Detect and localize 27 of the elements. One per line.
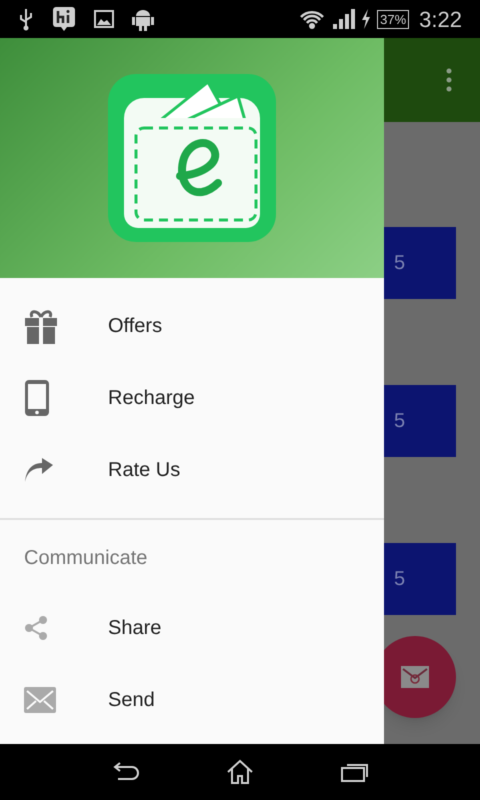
home-icon[interactable] [226, 759, 254, 785]
card-text: 5 [394, 409, 406, 434]
clock: 3:22 [419, 6, 462, 34]
overflow-menu-icon[interactable] [446, 68, 452, 92]
usb-icon [18, 7, 34, 31]
share-arrow-icon [24, 458, 54, 482]
drawer-item[interactable]: Rate Us [0, 434, 384, 506]
image-icon [94, 10, 114, 28]
chat-icon [52, 5, 76, 33]
drawer-item[interactable]: Recharge [0, 362, 384, 434]
share-icon [24, 616, 48, 640]
android-icon [132, 7, 154, 31]
section-header: Communicate [24, 546, 148, 571]
mail-icon [24, 687, 56, 713]
drawer-item[interactable]: Offers [0, 290, 384, 362]
drawer-item[interactable]: Share [0, 592, 384, 664]
recent-apps-icon[interactable] [340, 761, 370, 783]
gift-icon [24, 308, 58, 344]
charging-icon [361, 9, 372, 29]
mail-icon [401, 666, 429, 688]
card-text: 5 [394, 251, 406, 276]
signal-icon [331, 8, 356, 30]
battery-level: 37% [377, 10, 410, 28]
drawer-item[interactable]: Send [0, 664, 384, 736]
phone-icon [24, 379, 50, 417]
card-text: 5 [394, 567, 406, 592]
wifi-icon [299, 8, 326, 30]
